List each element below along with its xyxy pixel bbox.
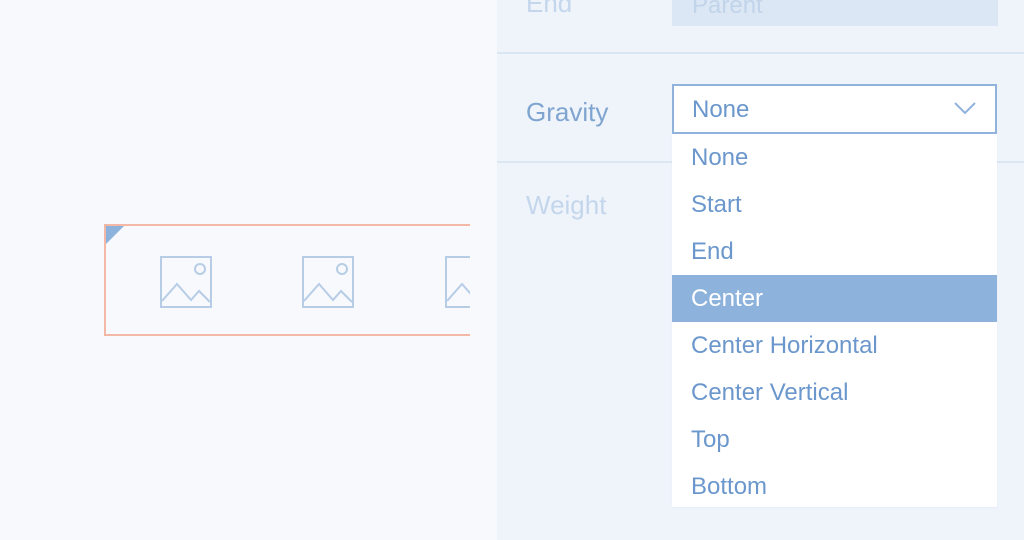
design-canvas xyxy=(0,0,497,540)
image-placeholder-icon[interactable] xyxy=(302,256,356,310)
dropdown-option-label: None xyxy=(691,144,749,171)
dropdown-option-label: Center Vertical xyxy=(691,379,849,406)
dropdown-option-label: Start xyxy=(691,191,742,218)
dropdown-option-bottom[interactable]: Bottom xyxy=(672,463,997,510)
properties-panel: End Parent Gravity None Weight None Star… xyxy=(497,0,1024,540)
dropdown-option-end[interactable]: End xyxy=(672,228,997,275)
dropdown-option-label: Bottom xyxy=(691,473,768,500)
chevron-down-icon[interactable] xyxy=(953,100,977,116)
selection-corner-flag xyxy=(106,226,124,244)
dropdown-option-none[interactable]: None xyxy=(672,134,997,181)
image-placeholder-icon[interactable] xyxy=(445,256,470,310)
dropdown-option-label: Top xyxy=(691,426,730,453)
gravity-selected-value: None xyxy=(692,96,750,123)
dropdown-option-center-vertical[interactable]: Center Vertical xyxy=(672,369,997,416)
dropdown-option-label: End xyxy=(691,238,734,265)
dropdown-option-top[interactable]: Top xyxy=(672,416,997,463)
dropdown-option-center[interactable]: Center xyxy=(672,275,997,322)
selected-layout-container[interactable] xyxy=(104,224,470,336)
dropdown-option-center-horizontal[interactable]: Center Horizontal xyxy=(672,322,997,369)
gravity-dropdown-menu[interactable]: None Start End Center Center Horizontal … xyxy=(672,134,997,507)
gravity-select[interactable]: None xyxy=(672,84,997,134)
gravity-label: Gravity xyxy=(526,97,609,127)
image-placeholder-icon[interactable] xyxy=(160,256,214,310)
dropdown-option-label: Center xyxy=(691,285,764,312)
weight-label: Weight xyxy=(526,190,607,220)
dropdown-option-start[interactable]: Start xyxy=(672,181,997,228)
dropdown-option-label: Center Horizontal xyxy=(691,332,878,359)
